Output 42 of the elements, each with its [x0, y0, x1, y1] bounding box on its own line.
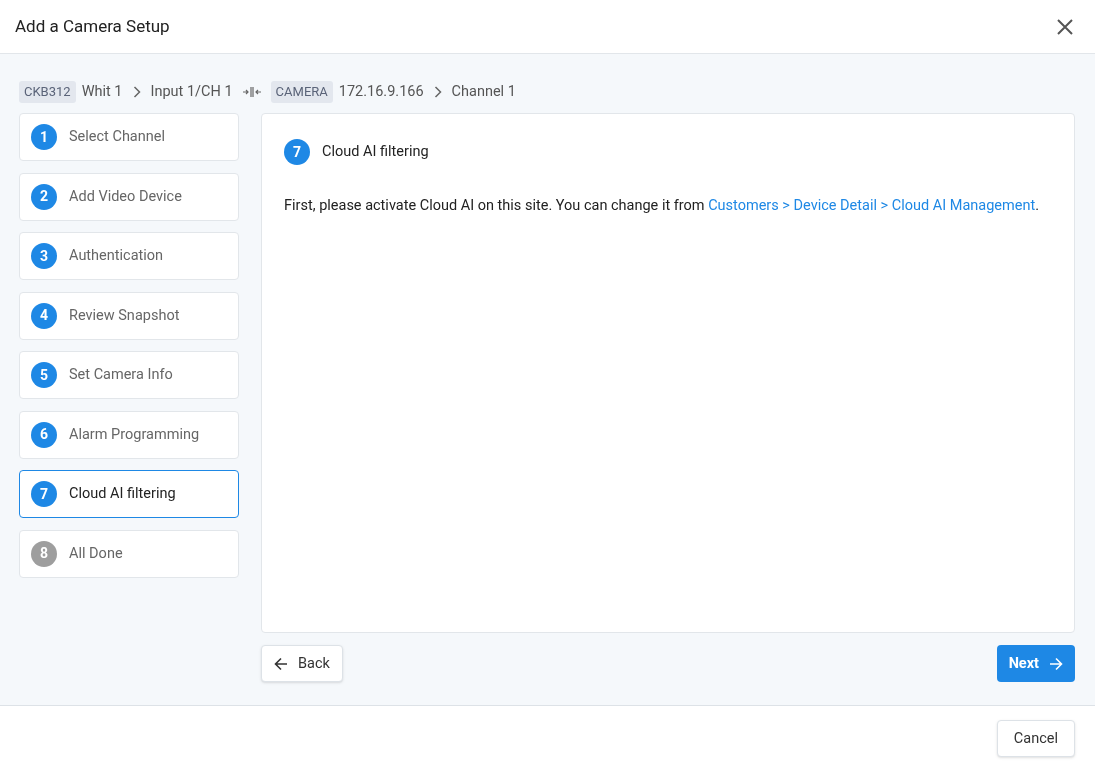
step-number: 7: [31, 481, 57, 507]
step-label: Add Video Device: [69, 186, 182, 207]
arrow-right-icon: [1049, 656, 1063, 671]
chevron-icon: [433, 86, 442, 98]
step-item[interactable]: 4 Review Snapshot: [19, 291, 239, 340]
instruction-text: First, please activate Cloud AI on this site. You can change it from Customers > Device Detail > Cloud AI Management.: [284, 196, 1040, 215]
step-label: All Done: [69, 543, 123, 564]
breadcrumb-text: 172.16.9.166: [338, 82, 424, 103]
device-tag: CKB312: [19, 81, 76, 103]
step-label: Authentication: [69, 246, 164, 267]
step-number: 8: [31, 540, 57, 567]
breadcrumb-text: Input 1/CH 1: [150, 82, 233, 103]
step-number: 7: [284, 139, 310, 165]
chevron-icon: [132, 86, 141, 98]
back-button[interactable]: Back: [261, 645, 343, 682]
step-label: Select Channel: [69, 127, 165, 148]
step-number: 2: [31, 183, 57, 210]
step-item[interactable]: 6 Alarm Programming: [19, 410, 239, 459]
dialog-title: Add a Camera Setup: [15, 14, 170, 38]
breadcrumb-text: Channel 1: [451, 82, 516, 103]
step-label: Set Camera Info: [69, 365, 173, 386]
panel-title: Cloud AI filtering: [322, 142, 429, 163]
step-label: Alarm Programming: [69, 424, 200, 445]
step-item[interactable]: 7 Cloud AI filtering: [19, 470, 239, 518]
cancel-button[interactable]: Cancel: [996, 720, 1075, 757]
step-number: 6: [31, 421, 57, 448]
step-number: 5: [31, 362, 57, 388]
step-item[interactable]: 2 Add Video Device: [19, 172, 239, 221]
breadcrumb-text: Whit 1: [81, 82, 123, 103]
step-number: 4: [31, 302, 57, 329]
connector-icon: [242, 86, 261, 98]
step-item[interactable]: 3 Authentication: [19, 232, 239, 280]
step-number: 1: [31, 124, 57, 150]
step-number: 3: [31, 243, 57, 269]
step-item[interactable]: 5 Set Camera Info: [19, 351, 239, 399]
next-button[interactable]: Next: [996, 645, 1075, 682]
step-item[interactable]: 1 Select Channel: [19, 113, 239, 161]
device-tag: CAMERA: [270, 81, 333, 103]
step-label: Cloud AI filtering: [69, 484, 176, 505]
close-icon[interactable]: [1055, 16, 1075, 37]
arrow-left-icon: [274, 656, 288, 671]
step-label: Review Snapshot: [69, 305, 180, 326]
